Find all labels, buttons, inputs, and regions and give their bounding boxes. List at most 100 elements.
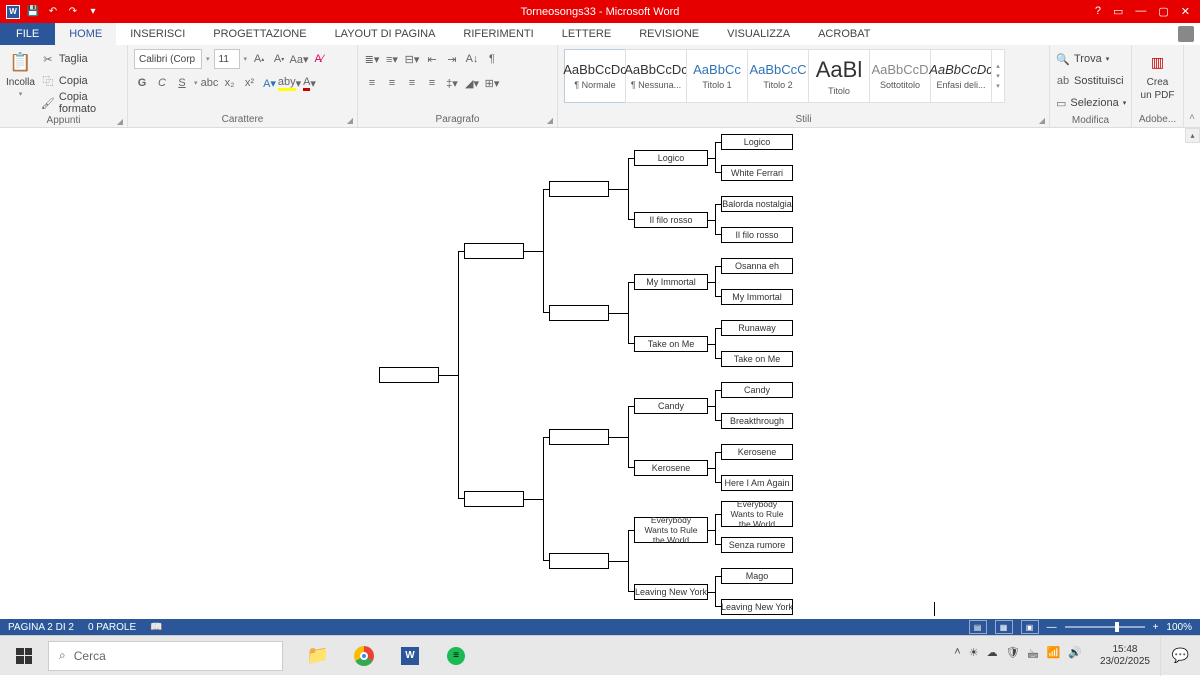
copy-button[interactable]: ⿻Copia <box>41 71 121 91</box>
bracket-node[interactable] <box>549 305 609 321</box>
tab-acrobat[interactable]: ACROBAT <box>804 23 884 45</box>
gallery-more-button[interactable]: ▴▾▾ <box>991 49 1005 103</box>
tab-layout[interactable]: LAYOUT DI PAGINA <box>321 23 450 45</box>
show-marks-button[interactable]: ¶ <box>484 50 500 68</box>
status-proofing-icon[interactable]: 📖 <box>150 622 162 633</box>
tab-view[interactable]: VISUALIZZA <box>713 23 804 45</box>
bracket-node[interactable]: Logico <box>634 150 708 166</box>
dialog-launcher-icon[interactable]: ◢ <box>1039 116 1045 125</box>
numbering-button[interactable]: ≡▾ <box>384 50 400 68</box>
bracket-node[interactable]: Osanna eh <box>721 258 793 274</box>
subscript-button[interactable]: x₂ <box>222 74 238 92</box>
tab-references[interactable]: RIFERIMENTI <box>449 23 547 45</box>
bracket-node[interactable]: Leaving New York <box>634 584 708 600</box>
start-button[interactable] <box>0 636 48 676</box>
style-titolo2[interactable]: AaBbCcCTitolo 2 <box>747 49 809 103</box>
tab-insert[interactable]: INSERISCI <box>116 23 199 45</box>
tray-wifi-icon[interactable]: 📶 <box>1047 646 1061 665</box>
status-page[interactable]: PAGINA 2 DI 2 <box>8 622 74 633</box>
bracket-node[interactable] <box>549 181 609 197</box>
dialog-launcher-icon[interactable]: ◢ <box>347 116 353 125</box>
find-button[interactable]: 🔍Trova ▾ <box>1056 49 1125 69</box>
align-right-button[interactable]: ≡ <box>404 74 420 92</box>
task-chrome[interactable] <box>341 636 387 676</box>
style-titolo[interactable]: AaBlTitolo <box>808 49 870 103</box>
align-center-button[interactable]: ≡ <box>384 74 400 92</box>
bracket-node[interactable] <box>549 553 609 569</box>
tray-weather-icon[interactable]: ☀ <box>969 646 979 665</box>
bracket-node[interactable] <box>464 491 524 507</box>
clear-format-button[interactable]: A⁄ <box>311 50 327 68</box>
bold-button[interactable]: G <box>134 74 150 92</box>
ribbon-options-icon[interactable]: ▭ <box>1113 5 1123 18</box>
justify-button[interactable]: ≡ <box>424 74 440 92</box>
style-sottotitolo[interactable]: AaBbCcDSottotitolo <box>869 49 931 103</box>
bracket-node[interactable]: Kerosene <box>634 460 708 476</box>
align-left-button[interactable]: ≡ <box>364 74 380 92</box>
font-color-button[interactable]: A▾ <box>302 74 318 92</box>
tray-chevron-icon[interactable]: ˄ <box>954 646 960 665</box>
bracket-node[interactable]: Il filo rosso <box>634 212 708 228</box>
bracket-node[interactable]: Candy <box>634 398 708 414</box>
sort-button[interactable]: A↓ <box>464 50 480 68</box>
bracket-node[interactable]: Runaway <box>721 320 793 336</box>
clock[interactable]: 15:48 23/02/2025 <box>1090 644 1160 668</box>
create-pdf-button[interactable]: ▥ Crea un PDF <box>1138 49 1177 101</box>
taskbar-search[interactable]: ⌕Cerca <box>48 641 283 671</box>
style-nessuna[interactable]: AaBbCcDc¶ Nessuna... <box>625 49 687 103</box>
zoom-level[interactable]: 100% <box>1166 622 1192 633</box>
font-name-input[interactable]: Calibri (Corp <box>134 49 202 69</box>
bracket-node[interactable]: Breakthrough <box>721 413 793 429</box>
zoom-slider[interactable] <box>1065 626 1145 628</box>
qat-more-icon[interactable]: ▾ <box>86 5 100 19</box>
bracket-node[interactable] <box>549 429 609 445</box>
bracket-node[interactable]: Everybody Wants to Rule the World <box>634 517 708 543</box>
italic-button[interactable]: C <box>154 74 170 92</box>
help-icon[interactable]: ? <box>1095 5 1101 18</box>
collapse-ribbon-icon[interactable]: ˄ <box>1184 45 1200 127</box>
bracket-node[interactable]: Candy <box>721 382 793 398</box>
notifications-button[interactable]: 💬 <box>1160 636 1200 676</box>
cut-button[interactable]: ✂Taglia <box>41 49 121 69</box>
borders-button[interactable]: ⊞▾ <box>484 74 500 92</box>
bullets-button[interactable]: ≣▾ <box>364 50 380 68</box>
dialog-launcher-icon[interactable]: ◢ <box>117 117 123 126</box>
grow-font-button[interactable]: A▴ <box>251 50 267 68</box>
zoom-out-button[interactable]: ― <box>1047 622 1057 633</box>
bracket-node[interactable]: Everybody Wants to Rule the World <box>721 501 793 527</box>
bracket-node[interactable]: Here I Am Again <box>721 475 793 491</box>
bracket-node[interactable]: My Immortal <box>721 289 793 305</box>
close-icon[interactable]: ✕ <box>1181 5 1190 18</box>
task-word[interactable]: W <box>387 636 433 676</box>
format-painter-button[interactable]: 🖌Copia formato <box>41 93 121 113</box>
tab-review[interactable]: REVISIONE <box>625 23 713 45</box>
bracket-node[interactable]: Kerosene <box>721 444 793 460</box>
bracket-node[interactable]: White Ferrari <box>721 165 793 181</box>
tray-volume-icon[interactable]: 🔊 <box>1068 646 1082 665</box>
increase-indent-button[interactable]: ⇥ <box>444 50 460 68</box>
superscript-button[interactable]: x² <box>242 74 258 92</box>
bracket-node[interactable]: Take on Me <box>721 351 793 367</box>
underline-button[interactable]: S <box>174 74 190 92</box>
zoom-in-button[interactable]: + <box>1153 622 1159 633</box>
status-words[interactable]: 0 PAROLE <box>88 622 136 633</box>
strike-button[interactable]: abc <box>202 74 218 92</box>
view-print-button[interactable]: ▦ <box>995 620 1013 634</box>
scroll-up-icon[interactable]: ▴ <box>1185 128 1200 143</box>
bracket-node[interactable]: Balorda nostalgia <box>721 196 793 212</box>
bracket-node[interactable] <box>464 243 524 259</box>
style-enfasi[interactable]: AaBbCcDcEnfasi deli... <box>930 49 992 103</box>
minimize-icon[interactable]: ― <box>1135 5 1146 18</box>
zoom-thumb[interactable] <box>1115 622 1119 632</box>
change-case-button[interactable]: Aa▾ <box>291 50 307 68</box>
text-effects-button[interactable]: A▾ <box>262 74 278 92</box>
paste-button[interactable]: 📋 Incolla ▾ <box>6 49 35 113</box>
tab-home[interactable]: HOME <box>55 23 116 45</box>
user-avatar[interactable] <box>1178 26 1194 42</box>
bracket-node[interactable]: Il filo rosso <box>721 227 793 243</box>
maximize-icon[interactable]: ▢ <box>1158 5 1168 18</box>
multilevel-button[interactable]: ⊟▾ <box>404 50 420 68</box>
tray-language-icon[interactable]: 🖮 <box>1028 646 1039 665</box>
redo-icon[interactable]: ↷ <box>66 5 80 19</box>
tray-security-icon[interactable]: 🛡 <box>1006 646 1020 665</box>
